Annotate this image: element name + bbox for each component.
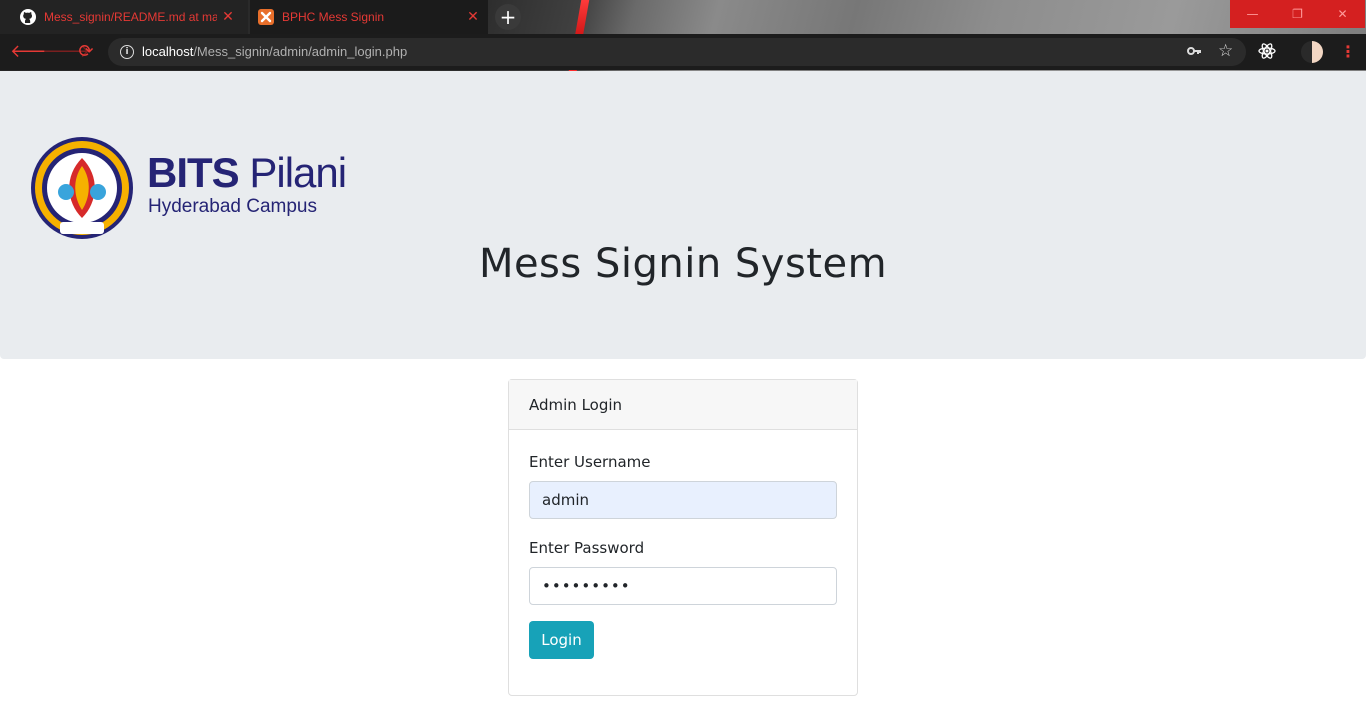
url-host: localhost [142, 44, 194, 59]
password-label: Enter Password [529, 539, 645, 557]
username-input[interactable]: admin [529, 481, 837, 519]
logo-bits-word: BITS [147, 149, 240, 196]
react-devtools-icon[interactable] [1258, 42, 1276, 64]
password-input[interactable]: ••••••••• [529, 567, 837, 605]
forward-arrow-icon[interactable]: 🡒 [42, 40, 90, 64]
close-window-button[interactable]: ✕ [1320, 0, 1365, 28]
new-tab-button[interactable]: + [495, 4, 521, 30]
card-header: Admin Login [509, 380, 857, 430]
jumbotron-header: BITS Pilani Hyderabad Campus Mess Signin… [0, 71, 1366, 359]
url-text[interactable]: localhost/Mess_signin/admin/admin_login.… [142, 44, 407, 59]
logo-pilani-word: Pilani [249, 149, 347, 196]
tab-title: BPHC Mess Signin [282, 10, 385, 24]
more-menu-icon[interactable]: ⋮ [1340, 42, 1356, 61]
maximize-button[interactable]: ❐ [1275, 0, 1320, 28]
tab-github-readme[interactable]: Mess_signin/README.md at master ✕ [0, 0, 248, 34]
back-arrow-icon[interactable]: 🡐 [10, 40, 58, 64]
username-label: Enter Username [529, 453, 651, 471]
browser-toolbar: 🡐 🡒 ⟳ i localhost/Mess_signin/admin/admi… [0, 34, 1366, 70]
logo-campus-text: Hyderabad Campus [148, 196, 317, 217]
xampp-icon [258, 9, 274, 25]
info-icon[interactable]: i [120, 45, 134, 59]
bookmark-star-icon[interactable]: ☆ [1218, 41, 1233, 61]
page-title: Mess Signin System [478, 241, 888, 287]
minimize-button[interactable]: — [1230, 0, 1275, 28]
logo-bits-text: BITS Pilani [147, 149, 347, 196]
bits-seal-icon [31, 137, 133, 239]
address-bar[interactable]: i localhost/Mess_signin/admin/admin_logi… [108, 38, 1246, 66]
url-path: /Mess_signin/admin/admin_login.php [193, 44, 408, 59]
reload-icon[interactable]: ⟳ [74, 40, 98, 64]
tab-strip: Mess_signin/README.md at master ✕ BPHC M… [0, 0, 1366, 34]
login-button[interactable]: Login [529, 621, 594, 659]
browser-chrome: Mess_signin/README.md at master ✕ BPHC M… [0, 0, 1366, 71]
tab-bphc-mess-signin[interactable]: BPHC Mess Signin ✕ [250, 0, 488, 34]
close-tab-icon[interactable]: ✕ [466, 9, 480, 25]
github-icon [20, 9, 36, 25]
close-tab-icon[interactable]: ✕ [221, 9, 235, 25]
profile-avatar[interactable] [1301, 41, 1323, 63]
bits-pilani-logo: BITS Pilani Hyderabad Campus [30, 136, 350, 240]
tab-title: Mess_signin/README.md at master [44, 10, 217, 24]
login-card: Admin Login Enter Username admin Enter P… [508, 379, 858, 696]
key-icon[interactable] [1186, 43, 1202, 63]
